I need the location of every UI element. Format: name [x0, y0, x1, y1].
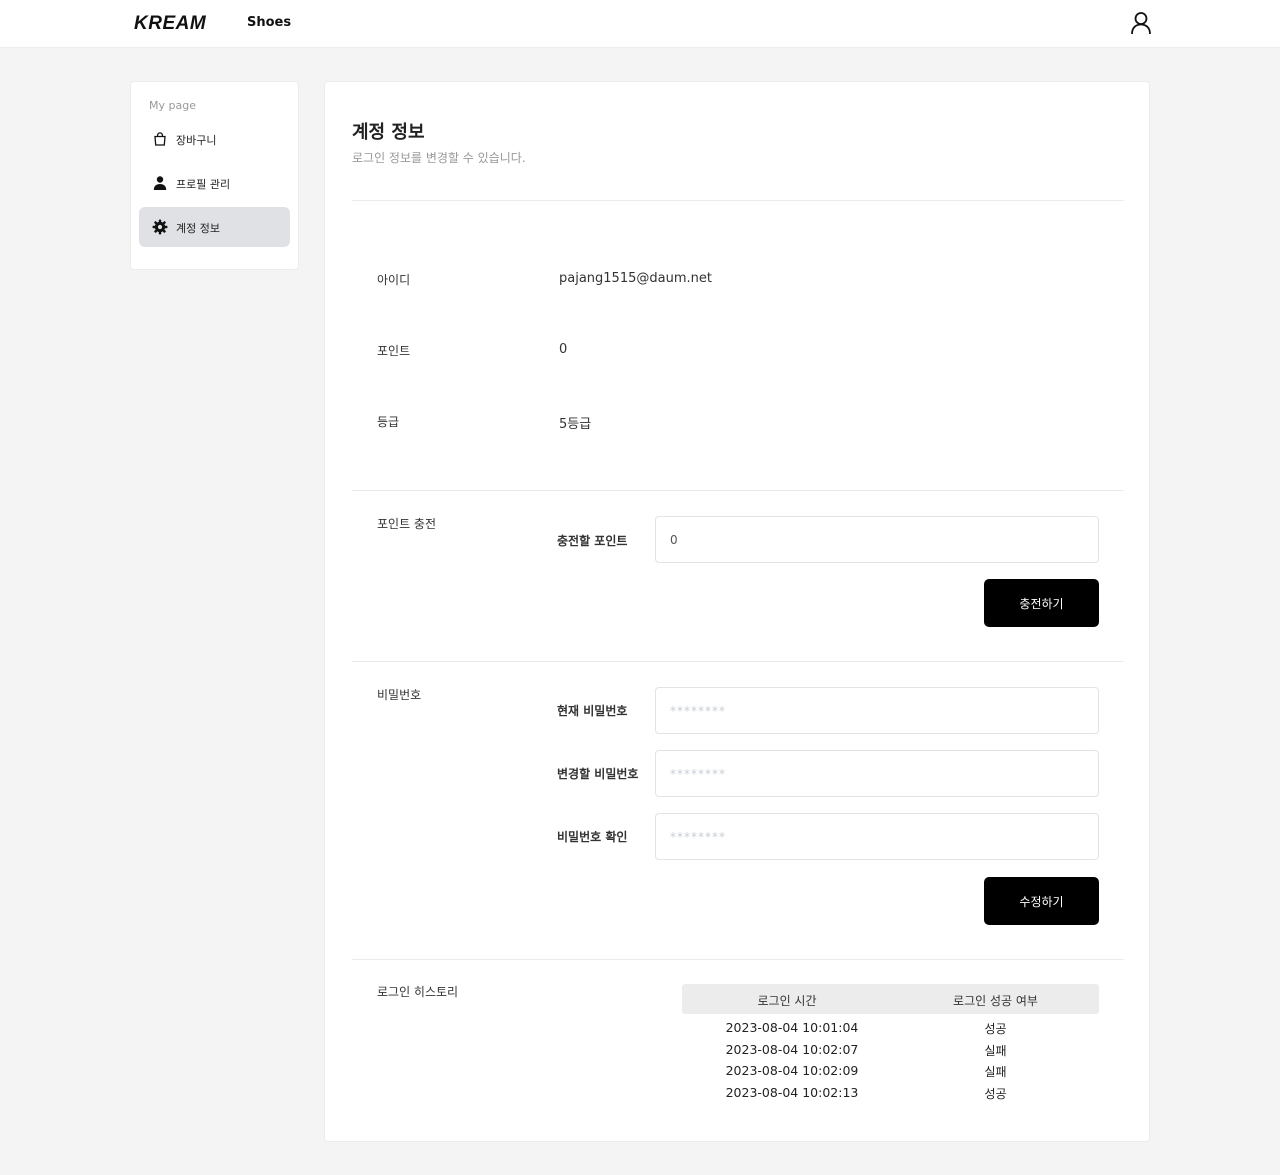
page-title: 계정 정보: [352, 122, 425, 143]
table-row: 2023-08-04 10:02:07 실패: [682, 1042, 1099, 1063]
confirm-password-label: 비밀번호 확인: [557, 830, 628, 844]
column-header-login-time: 로그인 시간: [757, 994, 817, 1008]
grade-label: 등급: [377, 415, 400, 429]
login-history-table-header: 로그인 시간 로그인 성공 여부: [682, 984, 1099, 1014]
divider: [352, 490, 1124, 491]
sidebar-item-label: 장바구니: [176, 134, 217, 147]
table-row: 2023-08-04 10:01:04 성공: [682, 1020, 1099, 1041]
grade-value: 5등급: [559, 417, 592, 432]
point-charge-section-label: 포인트 충전: [377, 517, 437, 531]
point-label: 포인트: [377, 344, 411, 358]
new-password-input[interactable]: [655, 750, 1099, 797]
login-result-cell: 실패: [984, 1044, 1007, 1058]
sidebar-item-account[interactable]: 계정 정보: [139, 207, 290, 247]
login-history-section-label: 로그인 히스토리: [377, 985, 459, 999]
user-icon[interactable]: [1128, 10, 1154, 36]
nav-link-shoes[interactable]: Shoes: [247, 15, 291, 30]
account-info-card: 계정 정보 로그인 정보를 변경할 수 있습니다. 아이디 pajang1515…: [324, 81, 1150, 1142]
login-result-cell: 성공: [984, 1022, 1007, 1036]
sidebar: My page 장바구니 프로필 관리 계정 정보: [130, 81, 299, 270]
charge-point-label: 충전할 포인트: [557, 534, 628, 548]
sidebar-item-label: 계정 정보: [176, 222, 220, 235]
charge-button[interactable]: 충전하기: [984, 579, 1099, 627]
sidebar-item-cart[interactable]: 장바구니: [139, 119, 290, 159]
current-password-label: 현재 비밀번호: [557, 704, 628, 718]
login-time-cell: 2023-08-04 10:01:04: [725, 1020, 859, 1035]
confirm-password-input[interactable]: [655, 813, 1099, 860]
top-navigation-bar: KREAM Shoes: [0, 0, 1280, 48]
divider: [352, 661, 1124, 662]
login-time-cell: 2023-08-04 10:02:09: [725, 1063, 859, 1078]
sidebar-item-profile[interactable]: 프로필 관리: [139, 163, 290, 203]
sidebar-title: My page: [149, 99, 196, 112]
charge-point-input[interactable]: [655, 516, 1099, 563]
shopping-bag-icon: [152, 131, 168, 147]
gear-icon: [152, 219, 168, 235]
sidebar-item-label: 프로필 관리: [176, 178, 231, 191]
table-row: 2023-08-04 10:02:13 성공: [682, 1085, 1099, 1106]
login-time-cell: 2023-08-04 10:02:13: [725, 1085, 859, 1100]
column-header-login-result: 로그인 성공 여부: [953, 994, 1038, 1008]
login-time-cell: 2023-08-04 10:02:07: [725, 1042, 859, 1057]
table-row: 2023-08-04 10:02:09 실패: [682, 1063, 1099, 1084]
divider: [352, 959, 1124, 960]
login-result-cell: 실패: [984, 1065, 1007, 1079]
person-icon: [152, 175, 168, 191]
point-value: 0: [559, 342, 568, 357]
id-label: 아이디: [377, 273, 411, 287]
login-result-cell: 성공: [984, 1087, 1007, 1101]
kream-logo[interactable]: KREAM: [134, 13, 206, 35]
password-section-label: 비밀번호: [377, 688, 422, 702]
current-password-input[interactable]: [655, 687, 1099, 734]
update-password-button[interactable]: 수정하기: [984, 877, 1099, 925]
id-value: pajang1515@daum.net: [559, 271, 712, 286]
new-password-label: 변경할 비밀번호: [557, 767, 639, 781]
page-subtitle: 로그인 정보를 변경할 수 있습니다.: [352, 151, 526, 165]
divider: [352, 200, 1124, 201]
